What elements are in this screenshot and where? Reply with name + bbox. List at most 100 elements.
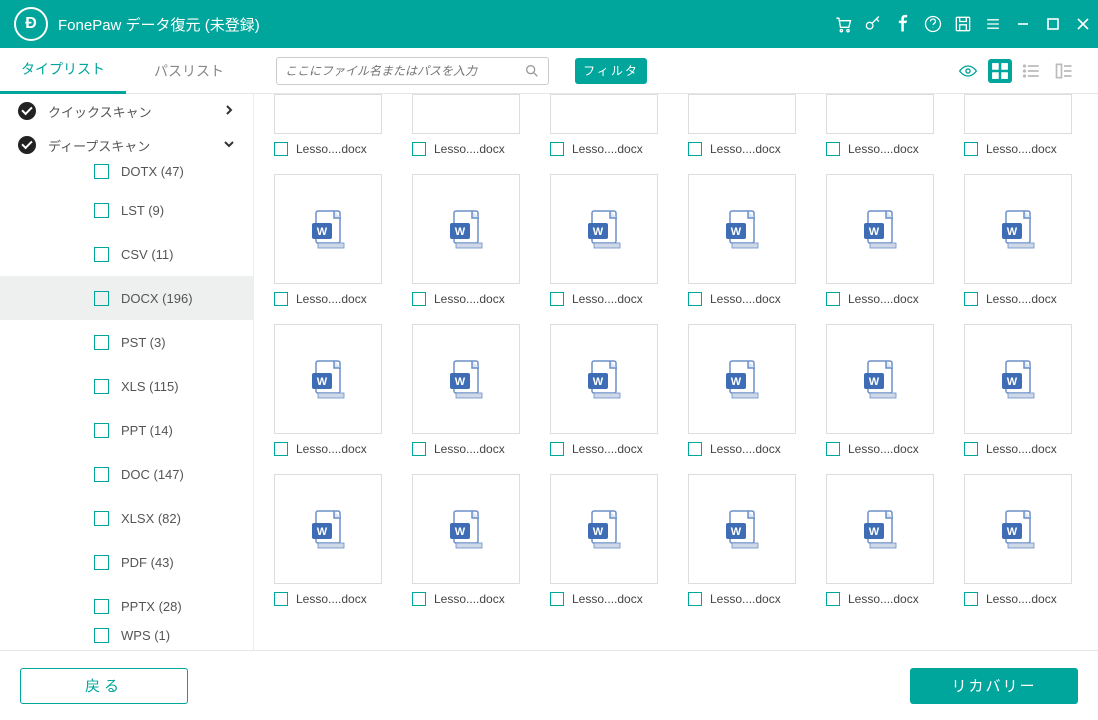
back-button[interactable]: 戻る [20,668,188,704]
scan-deep[interactable]: ディープスキャン [0,128,253,162]
file-item[interactable]: Lesso....docx [964,324,1088,456]
checkbox[interactable] [274,592,288,606]
maximize-icon[interactable] [1038,0,1068,48]
file-item[interactable]: Lesso....docx [826,174,950,306]
filetype-row[interactable]: DOTX (47) [0,164,253,188]
checkbox[interactable] [550,142,564,156]
tab-type-list[interactable]: タイプリスト [0,48,126,94]
checkbox[interactable] [826,592,840,606]
checkbox[interactable] [550,292,564,306]
detail-view-icon[interactable] [1052,59,1076,83]
filetype-row[interactable]: PST (3) [0,320,253,364]
file-item[interactable]: Lesso....docx [550,324,674,456]
help-icon[interactable] [918,0,948,48]
filetype-row[interactable]: XLSX (82) [0,496,253,540]
filetype-row[interactable]: XLS (115) [0,364,253,408]
checkbox[interactable] [412,442,426,456]
minimize-icon[interactable] [1008,0,1038,48]
checkbox[interactable] [94,379,109,394]
file-item[interactable]: Lesso....docx [964,474,1088,606]
search-input[interactable] [285,64,524,78]
file-item[interactable]: Lesso....docx [826,324,950,456]
key-icon[interactable] [858,0,888,48]
file-item[interactable]: Lesso....docx [688,474,812,606]
save-icon[interactable] [948,0,978,48]
checkbox[interactable] [94,599,109,614]
file-item[interactable]: Lesso....docx [412,94,536,156]
filetype-row[interactable]: PDF (43) [0,540,253,584]
menu-icon[interactable] [978,0,1008,48]
file-item[interactable]: Lesso....docx [412,174,536,306]
file-name: Lesso....docx [572,292,643,306]
checkbox[interactable] [412,592,426,606]
filetype-label: DOCX (196) [121,291,193,306]
checkbox[interactable] [274,142,288,156]
checkbox[interactable] [550,442,564,456]
checkbox[interactable] [964,592,978,606]
filetype-row[interactable]: DOC (147) [0,452,253,496]
file-item[interactable]: Lesso....docx [412,324,536,456]
file-item[interactable]: Lesso....docx [964,94,1088,156]
filetype-row[interactable]: PPT (14) [0,408,253,452]
checkbox[interactable] [94,203,109,218]
checkbox[interactable] [94,291,109,306]
checkbox[interactable] [688,142,702,156]
file-item[interactable]: Lesso....docx [274,174,398,306]
file-item[interactable]: Lesso....docx [274,324,398,456]
file-item[interactable]: Lesso....docx [550,94,674,156]
checkbox[interactable] [964,142,978,156]
checkbox[interactable] [94,555,109,570]
filetype-row[interactable]: PPTX (28) [0,584,253,628]
checkbox[interactable] [94,511,109,526]
file-item[interactable]: Lesso....docx [274,474,398,606]
checkbox[interactable] [550,592,564,606]
checkbox[interactable] [412,142,426,156]
filter-button[interactable]: フィルタ [575,58,647,84]
preview-icon[interactable] [956,59,980,83]
checkbox[interactable] [274,442,288,456]
grid-view-icon[interactable] [988,59,1012,83]
checkbox[interactable] [826,292,840,306]
checkbox[interactable] [412,292,426,306]
filetype-row[interactable]: LST (9) [0,188,253,232]
tab-path-list[interactable]: パスリスト [126,48,252,94]
checkbox[interactable] [94,164,109,179]
filetype-label: LST (9) [121,203,164,218]
list-view-icon[interactable] [1020,59,1044,83]
file-item[interactable]: Lesso....docx [550,474,674,606]
search-field[interactable] [276,57,549,85]
filetype-row[interactable]: CSV (11) [0,232,253,276]
checkbox[interactable] [688,592,702,606]
file-item[interactable]: Lesso....docx [826,474,950,606]
filetype-row[interactable]: DOCX (196) [0,276,253,320]
checkbox[interactable] [94,467,109,482]
checkbox[interactable] [688,292,702,306]
checkbox[interactable] [826,442,840,456]
checkbox[interactable] [826,142,840,156]
file-item[interactable]: Lesso....docx [688,324,812,456]
file-item[interactable]: Lesso....docx [688,94,812,156]
file-item[interactable]: Lesso....docx [826,94,950,156]
scan-label: ディープスキャン [48,136,150,155]
checkbox[interactable] [964,292,978,306]
checkbox[interactable] [94,247,109,262]
checkbox[interactable] [964,442,978,456]
scan-quick[interactable]: クイックスキャン [0,94,253,128]
cart-icon[interactable] [828,0,858,48]
checkbox[interactable] [274,292,288,306]
search-icon[interactable] [524,63,540,79]
file-item[interactable]: Lesso....docx [550,174,674,306]
file-thumbnail [274,324,382,434]
facebook-icon[interactable] [888,0,918,48]
file-item[interactable]: Lesso....docx [412,474,536,606]
checkbox[interactable] [94,335,109,350]
filetype-row[interactable]: WPS (1) [0,628,253,650]
checkbox[interactable] [94,423,109,438]
file-item[interactable]: Lesso....docx [274,94,398,156]
file-item[interactable]: Lesso....docx [688,174,812,306]
checkbox[interactable] [94,628,109,643]
file-item[interactable]: Lesso....docx [964,174,1088,306]
checkbox[interactable] [688,442,702,456]
close-icon[interactable] [1068,0,1098,48]
recover-button[interactable]: リカバリー [910,668,1078,704]
